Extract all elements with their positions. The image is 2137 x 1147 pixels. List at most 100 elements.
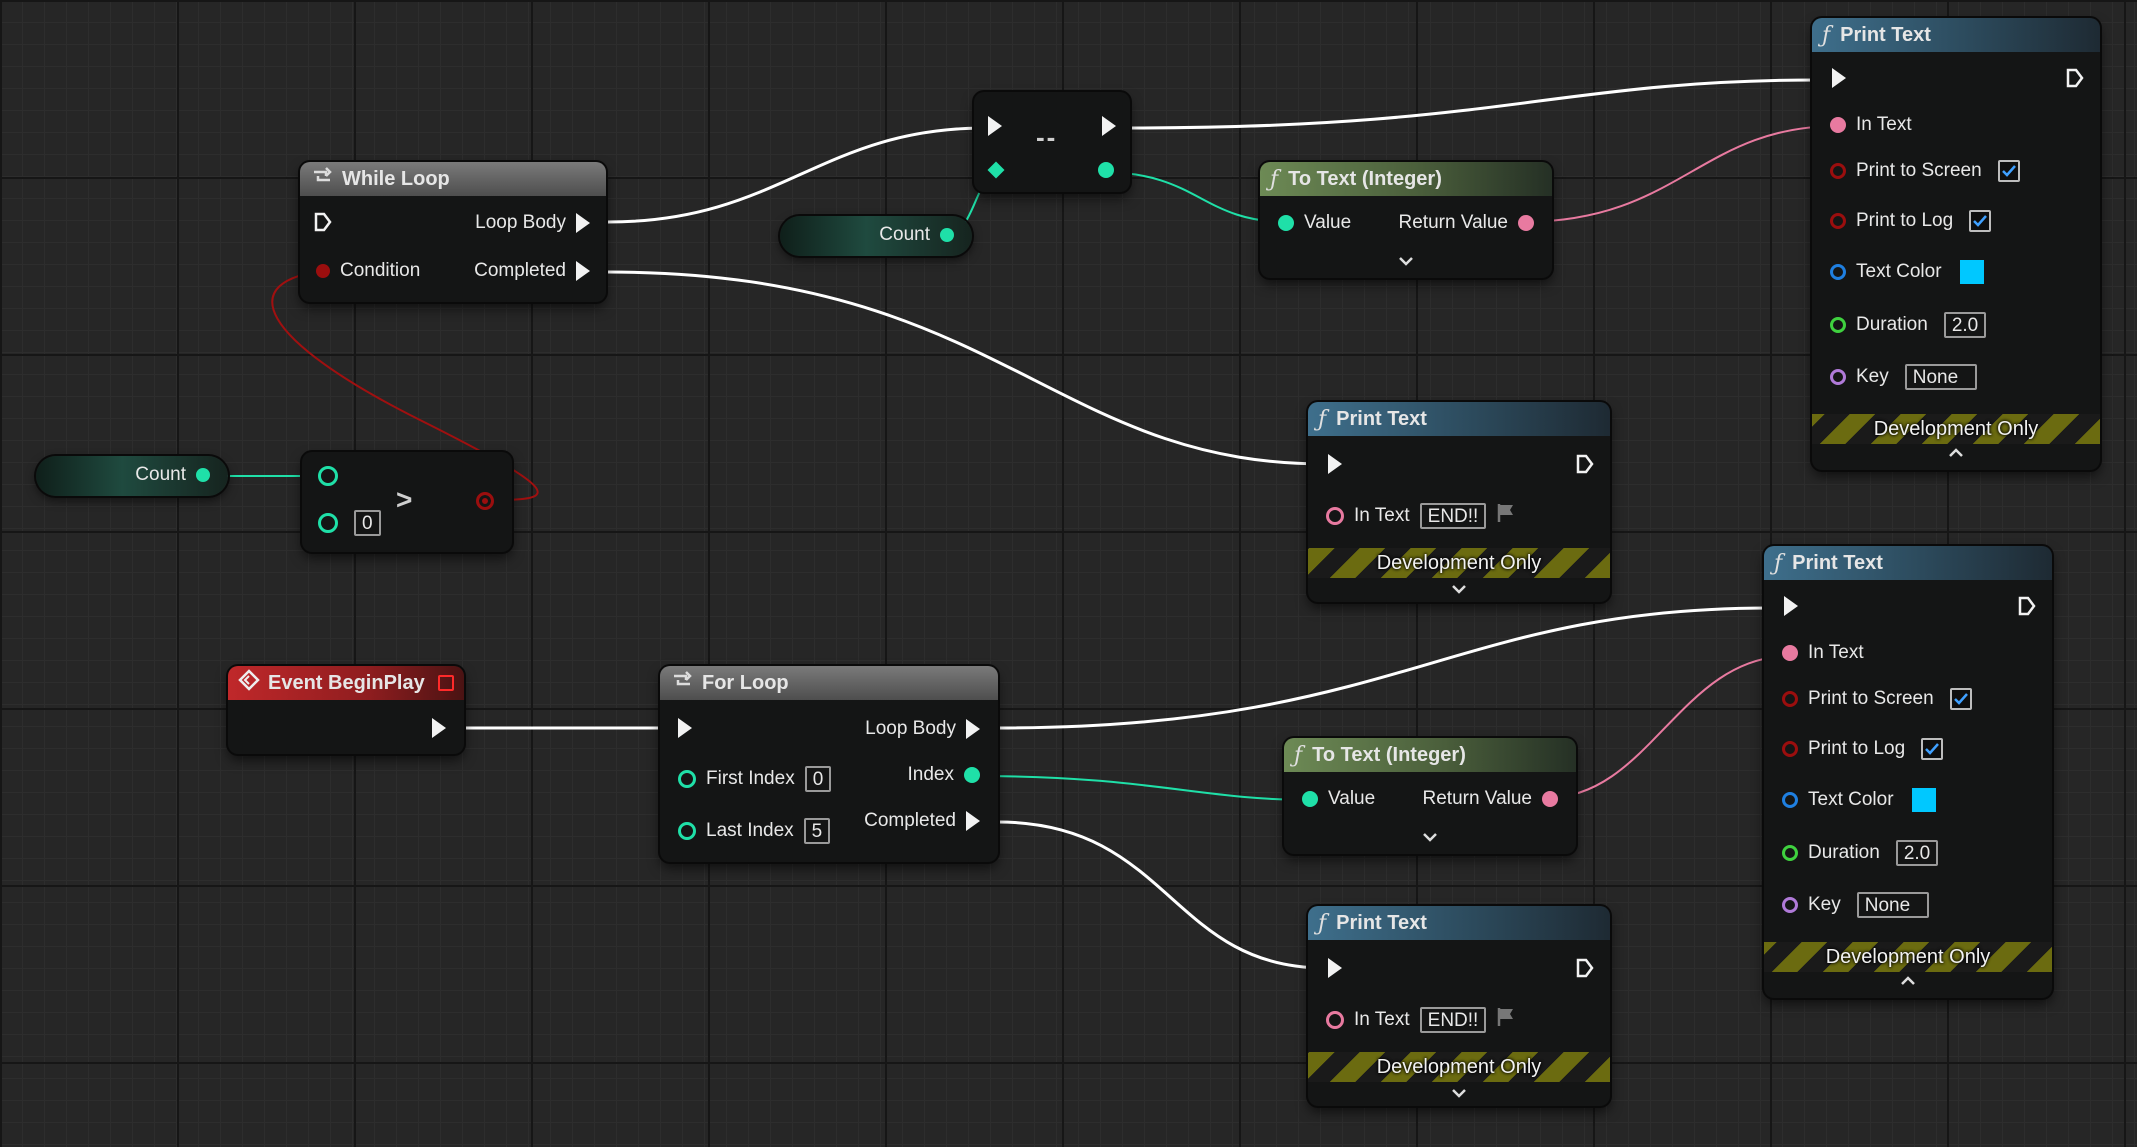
print-text-exec-out[interactable] — [2018, 596, 2036, 622]
to-text-value-pin[interactable]: Value — [1302, 788, 1385, 810]
print-to-screen-pin[interactable]: Print to Screen — [1830, 160, 2020, 182]
collapse-chevron-icon[interactable] — [1812, 446, 2100, 464]
to-text-value-pin[interactable]: Value — [1278, 212, 1361, 234]
first-index-pin[interactable]: First Index 0 — [678, 766, 832, 792]
print-text-exec-in[interactable] — [1328, 958, 1342, 978]
localization-flag-icon[interactable] — [1496, 502, 1516, 530]
for-loop-body-pin[interactable]: Loop Body — [855, 718, 980, 740]
while-loop-exec-in[interactable] — [314, 212, 332, 238]
text-color-swatch[interactable] — [1959, 260, 1984, 284]
print-text-end-node-1[interactable]: ƒ Print Text In Text END!! Development O… — [1308, 402, 1610, 602]
while-loop-header[interactable]: While Loop — [300, 162, 606, 196]
print-text-node-mid[interactable]: ƒ Print Text In Text Print to Screen Pri… — [1764, 546, 2052, 998]
event-exec-out[interactable] — [432, 718, 446, 738]
localization-flag-icon[interactable] — [1496, 1006, 1516, 1034]
duration-value-input[interactable]: 2.0 — [1895, 840, 1939, 866]
bool-pin-icon — [1830, 213, 1846, 229]
key-value-input[interactable]: None — [1856, 892, 1929, 918]
greater-output-pin[interactable] — [476, 492, 494, 510]
print-to-screen-label: Print to Screen — [1856, 160, 1982, 181]
text-color-pin[interactable]: Text Color — [1830, 260, 1984, 284]
print-to-screen-checkbox[interactable] — [1997, 160, 2020, 182]
print-text-exec-in[interactable] — [1328, 454, 1342, 474]
to-text-header[interactable]: ƒ To Text (Integer) — [1260, 162, 1552, 196]
to-text-return-pin[interactable]: Return Value — [1389, 212, 1534, 234]
print-text-exec-out[interactable] — [1576, 958, 1594, 984]
text-pin-icon — [1326, 1011, 1344, 1029]
greater-a-pin[interactable] — [318, 466, 338, 486]
first-index-value-input[interactable]: 0 — [804, 766, 832, 792]
text-color-swatch[interactable] — [1911, 788, 1936, 812]
print-text-exec-in[interactable] — [1832, 68, 1846, 88]
for-loop-index-pin[interactable]: Index — [898, 764, 980, 786]
key-pin[interactable]: Key None — [1782, 892, 1929, 918]
print-text-in-text-pin[interactable]: In Text — [1782, 642, 1874, 664]
last-index-pin[interactable]: Last Index 5 — [678, 818, 831, 844]
print-text-in-text-pin[interactable]: In Text END!! — [1326, 502, 1516, 530]
count-output-pin[interactable]: Count — [125, 464, 210, 486]
to-text-integer-node-2[interactable]: ƒ To Text (Integer) Value Return Value — [1284, 738, 1576, 854]
print-to-screen-pin[interactable]: Print to Screen — [1782, 688, 1972, 710]
decrement-node[interactable]: -- — [974, 92, 1130, 192]
event-begin-play-node[interactable]: Event BeginPlay — [228, 666, 464, 754]
event-begin-play-header[interactable]: Event BeginPlay — [228, 666, 464, 700]
in-text-label: In Text — [1856, 114, 1912, 135]
count-variable-node-2[interactable]: Count — [780, 216, 972, 256]
for-loop-completed-pin[interactable]: Completed — [854, 810, 980, 832]
duration-value-input[interactable]: 2.0 — [1943, 312, 1987, 338]
expand-chevron-icon[interactable] — [1284, 830, 1576, 848]
decrement-exec-in[interactable] — [988, 116, 1002, 136]
collapse-chevron-icon[interactable] — [1764, 974, 2052, 992]
print-text-header[interactable]: ƒ Print Text — [1308, 906, 1610, 940]
while-loop-condition-pin[interactable]: Condition — [316, 260, 430, 282]
key-pin[interactable]: Key None — [1830, 364, 1977, 390]
print-text-end-node-2[interactable]: ƒ Print Text In Text END!! Development O… — [1308, 906, 1610, 1106]
print-to-log-pin[interactable]: Print to Log — [1830, 210, 1992, 232]
loop-body-label: Loop Body — [475, 212, 566, 233]
print-text-in-text-pin[interactable]: In Text — [1830, 114, 1922, 136]
in-text-value-input[interactable]: END!! — [1419, 1007, 1487, 1033]
to-text-return-pin[interactable]: Return Value — [1413, 788, 1558, 810]
loop-icon — [310, 166, 334, 192]
print-text-exec-in[interactable] — [1784, 596, 1798, 616]
to-text-header[interactable]: ƒ To Text (Integer) — [1284, 738, 1576, 772]
greater-than-node[interactable]: 0 > — [302, 452, 512, 552]
text-color-pin[interactable]: Text Color — [1782, 788, 1936, 812]
decrement-output-pin[interactable] — [1098, 162, 1114, 178]
print-to-log-checkbox[interactable] — [1969, 210, 1992, 232]
last-index-value-input[interactable]: 5 — [803, 818, 831, 844]
print-text-header[interactable]: ƒ Print Text — [1764, 546, 2052, 580]
for-loop-header[interactable]: For Loop — [660, 666, 998, 700]
duration-pin[interactable]: Duration 2.0 — [1830, 312, 1987, 338]
in-text-value-input[interactable]: END!! — [1419, 503, 1487, 529]
print-text-exec-out[interactable] — [1576, 454, 1594, 480]
greater-b-value[interactable]: 0 — [354, 510, 381, 536]
text-color-label: Text Color — [1808, 789, 1894, 810]
print-text-exec-out[interactable] — [2066, 68, 2084, 94]
print-text-in-text-pin[interactable]: In Text END!! — [1326, 1006, 1516, 1034]
print-text-node-top[interactable]: ƒ Print Text In Text Print to Screen Pri… — [1812, 18, 2100, 470]
duration-pin[interactable]: Duration 2.0 — [1782, 840, 1939, 866]
to-text-integer-node-1[interactable]: ƒ To Text (Integer) Value Return Value — [1260, 162, 1552, 278]
for-loop-node[interactable]: For Loop First Index 0 Last Index 5 Loop… — [660, 666, 998, 862]
print-text-header[interactable]: ƒ Print Text — [1812, 18, 2100, 52]
print-to-log-checkbox[interactable] — [1921, 738, 1944, 760]
expand-chevron-icon[interactable] — [1308, 1086, 1610, 1104]
while-loop-body-pin[interactable]: Loop Body — [465, 212, 590, 234]
expand-chevron-icon[interactable] — [1260, 254, 1552, 272]
count-variable-node[interactable]: Count — [36, 456, 228, 496]
print-text-header[interactable]: ƒ Print Text — [1308, 402, 1610, 436]
greater-b-pin[interactable]: 0 — [318, 510, 381, 536]
while-loop-node[interactable]: While Loop Condition Loop Body Completed — [300, 162, 606, 302]
decrement-ref-pin[interactable] — [987, 161, 1005, 179]
decrement-exec-out[interactable] — [1102, 116, 1116, 136]
development-only-banner: Development Only — [1308, 548, 1610, 578]
count-output-pin-2[interactable]: Count — [869, 224, 954, 246]
expand-chevron-icon[interactable] — [1308, 582, 1610, 600]
key-value-input[interactable]: None — [1904, 364, 1977, 390]
print-to-screen-checkbox[interactable] — [1949, 688, 1972, 710]
while-loop-completed-pin[interactable]: Completed — [464, 260, 590, 282]
event-delegate-icon[interactable] — [438, 675, 454, 691]
print-to-log-pin[interactable]: Print to Log — [1782, 738, 1944, 760]
for-loop-exec-in[interactable] — [678, 718, 692, 738]
